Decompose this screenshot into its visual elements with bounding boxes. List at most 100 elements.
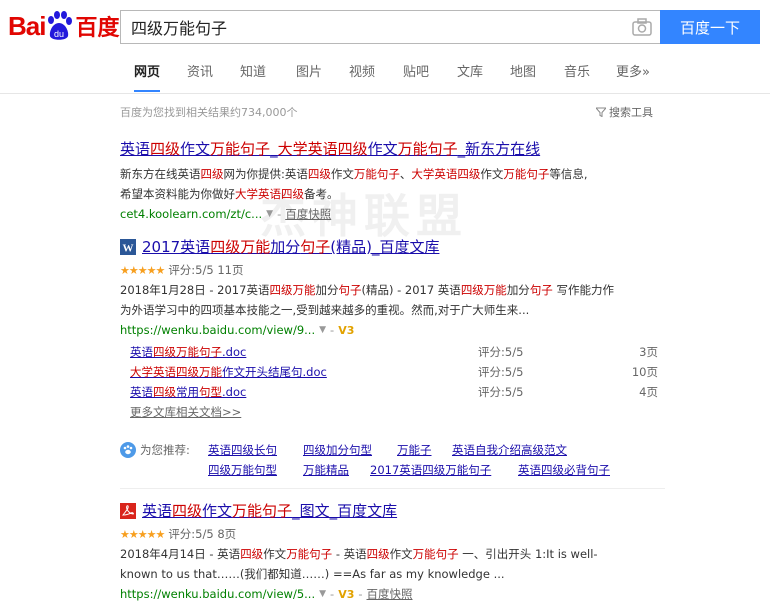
related-doc-pages: 4页 — [639, 385, 658, 399]
vip-badge: V3 — [338, 323, 355, 337]
highlight-text: 四级 — [366, 547, 390, 561]
text-segment: 作文 — [480, 167, 504, 181]
more-docs-link[interactable]: 更多文库相关文档>> — [130, 404, 241, 420]
text-segment: 作文 — [330, 167, 354, 181]
text-segment: _图文_百度文库 — [292, 502, 398, 520]
vip-badge: V3 — [338, 587, 355, 601]
recommend-item[interactable]: 2017英语四级万能句子 — [370, 462, 491, 478]
dropdown-arrow-icon[interactable]: ▼ — [266, 209, 273, 219]
text-segment: 希望本资料能为你做好 — [120, 187, 235, 201]
result-title[interactable]: 英语四级作文万能句子_大学英语四级作文万能句子_新东方在线 — [120, 138, 588, 159]
rating-text: 评分:5/5 8页 — [168, 527, 237, 541]
highlight-text: 万能句子 — [412, 547, 459, 561]
text-segment: 常用 — [176, 385, 199, 399]
highlight-text: 大学英语四级 — [235, 187, 304, 201]
recommend-item[interactable]: 英语四级必背句子 — [518, 462, 610, 478]
text-segment: 加分 — [315, 283, 339, 297]
highlight-text: 句型 — [199, 385, 222, 399]
paw-circle-icon — [120, 442, 136, 458]
recommend-item[interactable]: 万能精品 — [303, 462, 349, 478]
text-segment: .doc — [222, 385, 247, 399]
text-segment: 为外语学习中的四项基本技能之一,受到越来越多的重视。然而,对于广大师生来... — [120, 303, 530, 317]
text-segment: 作文 — [202, 502, 233, 520]
recommend-item[interactable]: 四级加分句型 — [303, 442, 372, 458]
camera-icon[interactable] — [632, 18, 652, 36]
related-doc-row: 英语四级常用句型.doc 评分:5/5 4页 — [130, 384, 660, 404]
text-segment: 英语 — [130, 385, 153, 399]
result-url[interactable]: https://wenku.baidu.com/view/5... — [120, 587, 315, 601]
rating-text: 评分:5/5 11页 — [168, 263, 244, 277]
related-doc-pages: 10页 — [631, 365, 658, 379]
tab-web[interactable]: 网页 — [134, 62, 161, 92]
result-rating: ★★★★★ 评分:5/5 11页 — [120, 260, 614, 280]
logo-chinese: 百度 — [75, 16, 120, 41]
highlight-text: 万能句子 — [286, 547, 333, 561]
text-segment: 新东方在线英语 — [120, 167, 201, 181]
snapshot-link[interactable]: 百度快照 — [285, 206, 331, 222]
highlight-text: 大学英语四级 — [411, 167, 481, 181]
result-rating: ★★★★★ 评分:5/5 8页 — [120, 524, 598, 544]
result-title[interactable]: W 2017英语四级万能加分句子(精品)_百度文库 — [120, 236, 614, 257]
text-segment: 作文 — [389, 547, 413, 561]
highlight-text: 万能句子 — [210, 140, 271, 158]
text-segment: .doc — [222, 345, 247, 359]
result-url-line: https://wenku.baidu.com/view/9... ▼ - V3 — [120, 323, 355, 337]
result-url-line: https://wenku.baidu.com/view/5... ▼ - V3… — [120, 586, 413, 602]
related-doc-title[interactable]: 英语四级常用句型.doc — [130, 384, 246, 400]
tab-wenku[interactable]: 文库 — [457, 62, 483, 92]
search-button[interactable]: 百度一下 — [660, 10, 760, 44]
filter-icon — [596, 107, 606, 117]
tab-images[interactable]: 图片 — [296, 62, 322, 92]
recommend-item[interactable]: 英语四级长句 — [208, 442, 277, 458]
related-doc-score: 评分:5/5 — [478, 345, 524, 359]
recommend-item[interactable]: 四级万能句型 — [208, 462, 277, 478]
text-segment: 2018年1月28日 - 2017英语 — [120, 283, 270, 297]
highlight-text: 四级万能句子 — [153, 345, 222, 359]
text-segment: 加分 — [270, 238, 301, 256]
text-segment: - 英语 — [332, 547, 367, 561]
logo-du: du — [54, 29, 64, 39]
result-title[interactable]: 英语四级作文万能句子_图文_百度文库 — [120, 500, 598, 521]
tab-more[interactable]: 更多» — [616, 62, 650, 92]
snapshot-link[interactable]: 百度快照 — [367, 586, 413, 602]
highlight-text: 四级 — [200, 167, 224, 181]
related-doc-row: 大学英语四级万能作文开头结尾句.doc 评分:5/5 10页 — [130, 364, 660, 384]
dropdown-arrow-icon[interactable]: ▼ — [319, 325, 326, 335]
highlight-text: 万能句子 — [397, 140, 458, 158]
result-url[interactable]: https://wenku.baidu.com/view/9... — [120, 323, 315, 337]
tab-music[interactable]: 音乐 — [564, 62, 590, 92]
recommend-item[interactable]: 英语自我介绍高级范文 — [452, 442, 567, 458]
result-url[interactable]: cet4.koolearn.com/zt/c... — [120, 207, 262, 221]
text-segment: 作文开头结尾句.doc — [222, 365, 327, 379]
search-input[interactable] — [121, 11, 611, 43]
result-url-line: cet4.koolearn.com/zt/c... ▼ - 百度快照 — [120, 206, 332, 222]
nav-tabs: 网页 资讯 知道 图片 视频 贴吧 文库 地图 音乐 更多» — [0, 56, 770, 94]
search-result: 英语四级作文万能句子_图文_百度文库 ★★★★★ 评分:5/5 8页 2018年… — [120, 500, 598, 604]
related-doc-title[interactable]: 英语四级万能句子.doc — [130, 344, 246, 360]
highlight-text: 万能句子 — [232, 502, 293, 520]
logo-latin: Bai — [8, 10, 46, 41]
text-segment: 写作能力作 — [552, 283, 614, 297]
search-tools-label: 搜索工具 — [609, 106, 653, 119]
star-rating: ★★★★★ — [120, 263, 165, 277]
tab-zhidao[interactable]: 知道 — [240, 62, 266, 92]
recommend-item[interactable]: 万能子 — [397, 442, 432, 458]
tab-video[interactable]: 视频 — [349, 62, 375, 92]
tab-news[interactable]: 资讯 — [187, 62, 213, 92]
baidu-logo[interactable]: Bai du 百度 — [8, 8, 119, 44]
text-segment: 英语 — [130, 345, 153, 359]
text-segment: _ — [270, 140, 278, 158]
recommend-section: 为您推荐: 英语四级长句 四级加分句型 万能子 英语自我介绍高级范文 四级万能句… — [120, 440, 660, 477]
tab-tieba[interactable]: 贴吧 — [403, 62, 429, 92]
paw-icon: du — [48, 11, 73, 40]
highlight-text: 大学英语四级万能 — [130, 365, 222, 379]
text-segment: 网为你提供:英语 — [223, 167, 308, 181]
highlight-text: 四级 — [153, 385, 176, 399]
related-doc-title[interactable]: 大学英语四级万能作文开头结尾句.doc — [130, 364, 327, 380]
text-segment: 英语 — [120, 140, 151, 158]
related-doc-score: 评分:5/5 — [478, 385, 524, 399]
tab-map[interactable]: 地图 — [510, 62, 536, 92]
search-tools[interactable]: 搜索工具 — [596, 104, 653, 120]
word-doc-icon: W — [120, 238, 136, 255]
dropdown-arrow-icon[interactable]: ▼ — [319, 589, 326, 599]
